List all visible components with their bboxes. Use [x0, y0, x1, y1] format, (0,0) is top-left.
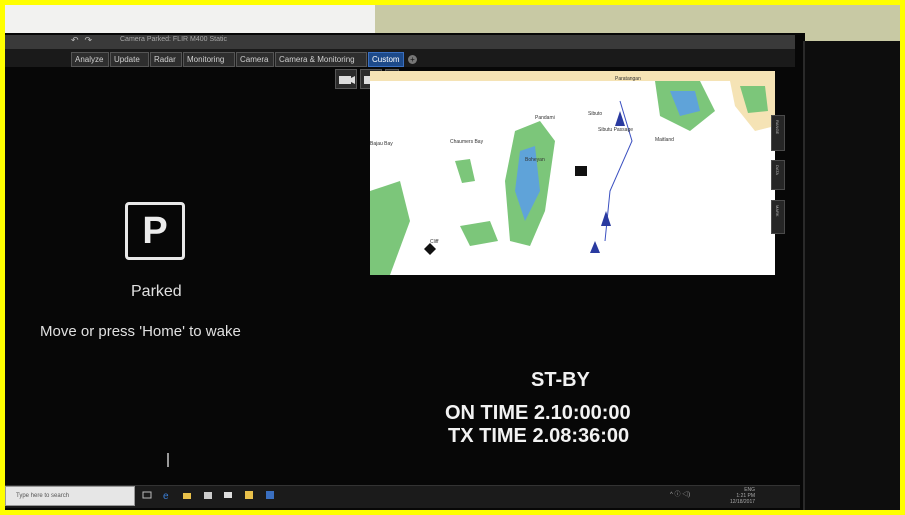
tab-update[interactable]: Update	[110, 52, 149, 67]
svg-text:e: e	[163, 491, 169, 500]
edge-icon[interactable]: e	[162, 490, 172, 500]
camera-view-button[interactable]	[335, 69, 357, 89]
tab-camera-monitoring[interactable]: Camera & Monitoring	[275, 52, 367, 67]
tab-custom[interactable]: Custom	[368, 52, 404, 67]
chart-label: Sibutu Passage	[598, 127, 634, 133]
data-label: DATA	[775, 165, 780, 176]
app-icon-active[interactable]	[265, 490, 275, 500]
clock-date: 12/18/2017	[730, 499, 756, 505]
chart-label: Cliff	[430, 239, 439, 245]
chart-islet-south	[460, 221, 498, 246]
chart-buoy-marker	[601, 211, 611, 226]
chart-data-button[interactable]: DATA	[771, 160, 785, 190]
background-wall	[5, 5, 375, 35]
chart-label: Paratangan	[615, 76, 641, 82]
tab-monitoring[interactable]: Monitoring	[183, 52, 235, 67]
chart-label: Pandami	[535, 115, 555, 121]
chart-buoy-marker	[590, 241, 600, 253]
radar-mode: ST-BY	[531, 369, 590, 391]
taskbar-search-box[interactable]: Type here to search	[5, 486, 135, 506]
task-view-icon[interactable]	[142, 490, 152, 500]
window-title: Camera Parked: FLIR M400 Static	[120, 36, 227, 43]
chart-label: Maitland	[655, 137, 674, 143]
chart-label: Chaumers Bay	[450, 139, 484, 145]
wake-instruction: Move or press 'Home' to wake	[40, 323, 241, 340]
store-icon[interactable]	[203, 490, 213, 500]
radar-on-time: ON TIME 2.10:00:00	[445, 402, 631, 424]
add-tab-button[interactable]: +	[408, 55, 417, 64]
chart-vessel-marker	[575, 166, 587, 176]
mail-icon[interactable]	[223, 490, 233, 500]
photo-frame: ↶↷ Camera Parked: FLIR M400 Static eo An…	[5, 5, 900, 510]
system-tray[interactable]: ^ ⓘ ◁)	[670, 489, 690, 498]
explorer-icon[interactable]	[182, 490, 192, 500]
radar-tx-time: TX TIME 2.08:36:00	[448, 425, 630, 447]
chart-label: Bajau Bay	[370, 141, 393, 147]
chart-land-strip	[370, 71, 775, 81]
chart-label: Boheyan	[525, 157, 545, 163]
mouse-cursor	[167, 453, 169, 467]
tab-camera[interactable]: Camera	[236, 52, 274, 67]
mark-label: MARK	[775, 205, 780, 217]
chart-range-button[interactable]: RANGE	[771, 115, 785, 151]
parked-status: Parked	[131, 283, 182, 300]
tab-analyze[interactable]: Analyze	[71, 52, 109, 67]
taskbar-clock[interactable]: ENG 1:21 PM 12/18/2017	[730, 487, 755, 505]
tab-radar[interactable]: Radar	[150, 52, 182, 67]
chart-island-west	[370, 181, 410, 275]
range-label: RANGE	[775, 120, 780, 135]
nautical-chart[interactable]: Cliff Sibuto Sibutu Passage Pandami Baja…	[370, 71, 775, 275]
chart-label: Sibuto	[588, 111, 603, 117]
camera-icon	[339, 76, 355, 84]
chart-islet	[455, 159, 475, 183]
window-titlebar: ↶↷ Camera Parked: FLIR M400 Static	[5, 35, 795, 49]
app-icon[interactable]	[244, 490, 254, 500]
second-monitor	[803, 41, 900, 510]
chart-mark-button[interactable]: MARK	[771, 200, 785, 234]
undo-redo-icons[interactable]: ↶↷	[71, 35, 98, 46]
parked-icon: P	[125, 202, 185, 260]
